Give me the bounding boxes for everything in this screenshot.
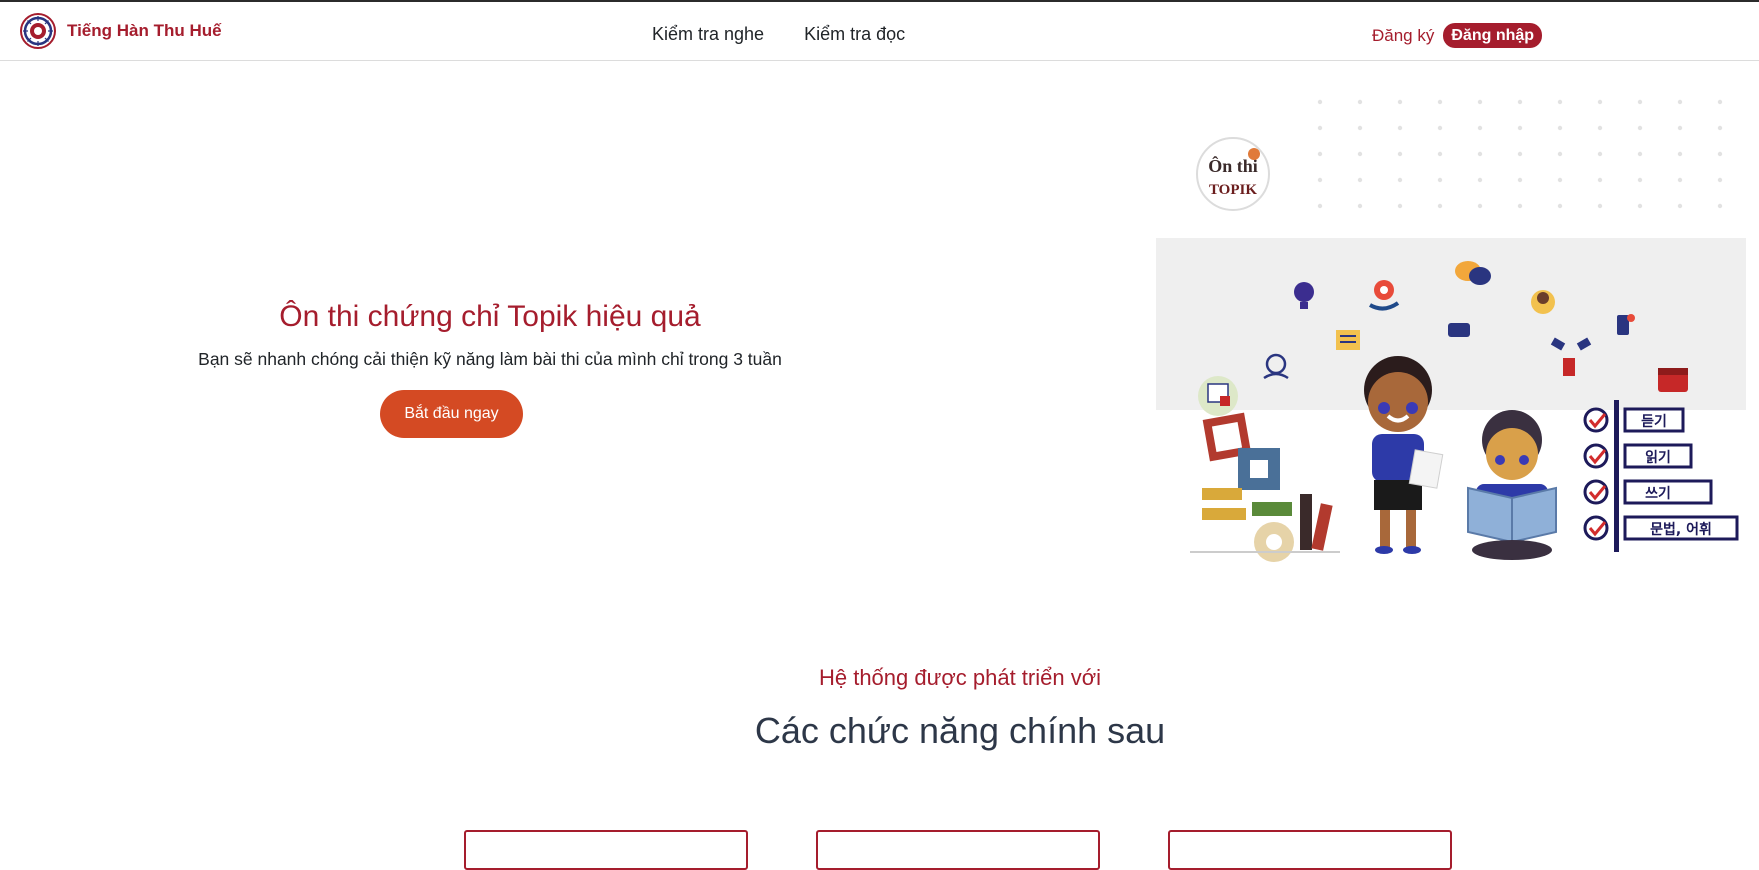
child-standing-figure	[1364, 356, 1444, 554]
toy-blocks	[1190, 412, 1340, 562]
checklist-label: 읽기	[1645, 450, 1671, 466]
brand-name: Tiếng Hàn Thu Huế	[67, 21, 222, 40]
message-icon	[1448, 323, 1470, 337]
brand-emblem-icon	[20, 13, 56, 49]
checklist-item: 듣기	[1583, 407, 1685, 433]
feature-card[interactable]	[464, 830, 748, 870]
hero-illustration: Ôn thi TOPIK 듣기 읽기 쓰기 문법, 어휘	[1156, 99, 1746, 562]
auth-actions: Đăng ký Đăng nhập	[1372, 23, 1543, 48]
heart-monitor-icon	[1198, 376, 1238, 416]
features-title: Các chức năng chính sau	[754, 710, 1166, 751]
support-agent-icon	[1531, 290, 1555, 314]
checklist-item: 읽기	[1583, 443, 1693, 469]
checklist-label: 듣기	[1641, 414, 1667, 430]
feature-card[interactable]	[816, 830, 1100, 870]
features-kicker: Hệ thống được phát triển với	[818, 665, 1102, 690]
hero-title: Ôn thi chứng chỉ Topik hiệu quả	[279, 300, 701, 333]
skills-checklist: 듣기 읽기 쓰기 문법, 어휘	[1583, 400, 1739, 552]
hero-subtitle: Bạn sẽ nhanh chóng cải thiện kỹ năng làm…	[198, 349, 782, 369]
start-now-button[interactable]: Bắt đầu ngay	[380, 390, 523, 438]
child-reading-figure	[1467, 410, 1557, 560]
main-nav: Kiểm tra nghe Kiểm tra đọc	[652, 24, 905, 45]
navbar: Tiếng Hàn Thu Huế Kiểm tra nghe Kiểm tra…	[0, 2, 1759, 61]
brand-link[interactable]: Tiếng Hàn Thu Huế	[20, 13, 222, 49]
nav-reading-test[interactable]: Kiểm tra đọc	[804, 24, 905, 45]
badge-line2: TOPIK	[1209, 182, 1257, 198]
notepad-icon	[1336, 330, 1360, 350]
login-button[interactable]: Đăng nhập	[1443, 23, 1543, 48]
checklist-item: 문법, 어휘	[1583, 515, 1739, 541]
checklist-label: 문법, 어휘	[1650, 521, 1712, 538]
calendar-icon	[1658, 368, 1688, 392]
topik-badge: Ôn thi TOPIK	[1196, 137, 1270, 211]
nav-listening-test[interactable]: Kiểm tra nghe	[652, 24, 764, 45]
checklist-label: 쓰기	[1645, 486, 1671, 502]
checklist-item: 쓰기	[1583, 479, 1713, 505]
dot-pattern	[1317, 99, 1723, 209]
feature-card[interactable]	[1168, 830, 1452, 870]
register-link[interactable]: Đăng ký	[1372, 26, 1434, 46]
